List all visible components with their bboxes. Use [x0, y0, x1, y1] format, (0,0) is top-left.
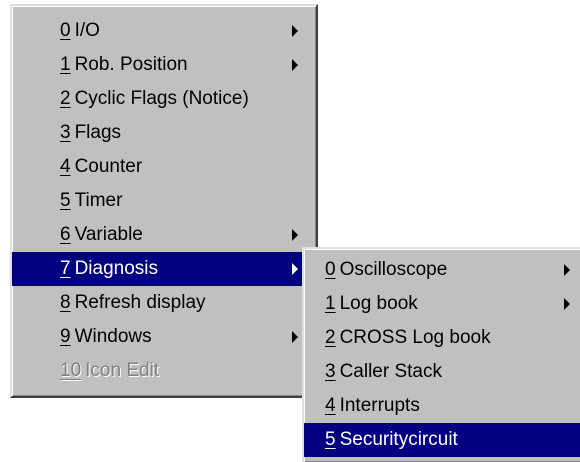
- menu-item-label: Counter: [74, 156, 143, 177]
- submenu-arrow-icon: [564, 264, 570, 276]
- submenu-item-oscilloscope[interactable]: 0 Oscilloscope: [304, 253, 580, 287]
- menu-item-variable[interactable]: 6 Variable: [12, 218, 316, 252]
- submenu-item-log-book[interactable]: 1 Log book: [304, 287, 580, 321]
- menu-item-mnemonic: 5: [60, 190, 71, 211]
- submenu-arrow-icon: [292, 59, 298, 71]
- submenu-item-cross-log-book[interactable]: 2 CROSS Log book: [304, 321, 580, 355]
- submenu-arrow-icon: [292, 229, 298, 241]
- submenu-arrow-icon: [292, 331, 298, 343]
- submenu-arrow-icon: [564, 298, 570, 310]
- menu-item-label: Icon Edit: [85, 360, 160, 381]
- menu-item-label: Oscilloscope: [339, 259, 448, 280]
- menu-item-mnemonic: 5: [325, 429, 336, 450]
- menu-item-io[interactable]: 0 I/O: [12, 14, 316, 48]
- menu-item-label: Interrupts: [339, 395, 420, 416]
- menu-item-label: I/O: [74, 20, 100, 41]
- menu-item-mnemonic: 6: [60, 224, 71, 245]
- menu-item-mnemonic: 9: [60, 326, 71, 347]
- menu-item-mnemonic: 2: [325, 327, 336, 348]
- menu-item-mnemonic: 1: [325, 293, 336, 314]
- menu-item-windows[interactable]: 9 Windows: [12, 320, 316, 354]
- menu-item-refresh-display[interactable]: 8 Refresh display: [12, 286, 316, 320]
- menu-item-mnemonic: 8: [60, 292, 71, 313]
- submenu-item-caller-stack[interactable]: 3 Caller Stack: [304, 355, 580, 389]
- menu-item-mnemonic: 3: [325, 361, 336, 382]
- main-context-menu: 0 I/O 1 Rob. Position 2 Cyclic Flags (Notic…: [10, 4, 318, 398]
- menu-item-mnemonic: 4: [325, 395, 336, 416]
- menu-item-label: Flags: [74, 122, 122, 143]
- menu-item-label: Timer: [74, 190, 123, 211]
- menu-item-label: Securitycircuit: [339, 429, 458, 450]
- diagnosis-submenu: 0 Oscilloscope 1 Log book 2 CROSS Log book …: [302, 247, 580, 462]
- menu-item-mnemonic: 1: [60, 54, 71, 75]
- menu-item-icon-edit: 10 Icon Edit: [12, 354, 316, 388]
- menu-item-label: Log book: [339, 293, 418, 314]
- menu-item-label: Cyclic Flags (Notice): [74, 88, 249, 109]
- menu-item-mnemonic: 4: [60, 156, 71, 177]
- menu-item-label: Rob. Position: [74, 54, 188, 75]
- menu-item-diagnosis[interactable]: 7 Diagnosis: [12, 252, 316, 286]
- submenu-item-interrupts[interactable]: 4 Interrupts: [304, 389, 580, 423]
- menu-item-label: Refresh display: [74, 292, 206, 313]
- menu-item-timer[interactable]: 5 Timer: [12, 184, 316, 218]
- menu-item-mnemonic: 3: [60, 122, 71, 143]
- menu-item-label: Diagnosis: [74, 258, 159, 279]
- menu-item-mnemonic: 0: [325, 259, 336, 280]
- menu-item-mnemonic: 0: [60, 20, 71, 41]
- menu-item-label: Windows: [74, 326, 152, 347]
- menu-item-label: CROSS Log book: [339, 327, 491, 348]
- menu-item-mnemonic: 7: [60, 258, 71, 279]
- menu-item-cyclic-flags[interactable]: 2 Cyclic Flags (Notice): [12, 82, 316, 116]
- menu-item-mnemonic: 10: [60, 360, 82, 381]
- menu-item-flags[interactable]: 3 Flags: [12, 116, 316, 150]
- menu-item-counter[interactable]: 4 Counter: [12, 150, 316, 184]
- submenu-arrow-icon: [292, 25, 298, 37]
- menu-item-label: Variable: [74, 224, 143, 245]
- menu-item-mnemonic: 2: [60, 88, 71, 109]
- menu-item-label: Caller Stack: [339, 361, 442, 382]
- submenu-item-securitycircuit[interactable]: 5 Securitycircuit: [304, 423, 580, 457]
- menu-item-rob-position[interactable]: 1 Rob. Position: [12, 48, 316, 82]
- submenu-arrow-icon: [292, 263, 298, 275]
